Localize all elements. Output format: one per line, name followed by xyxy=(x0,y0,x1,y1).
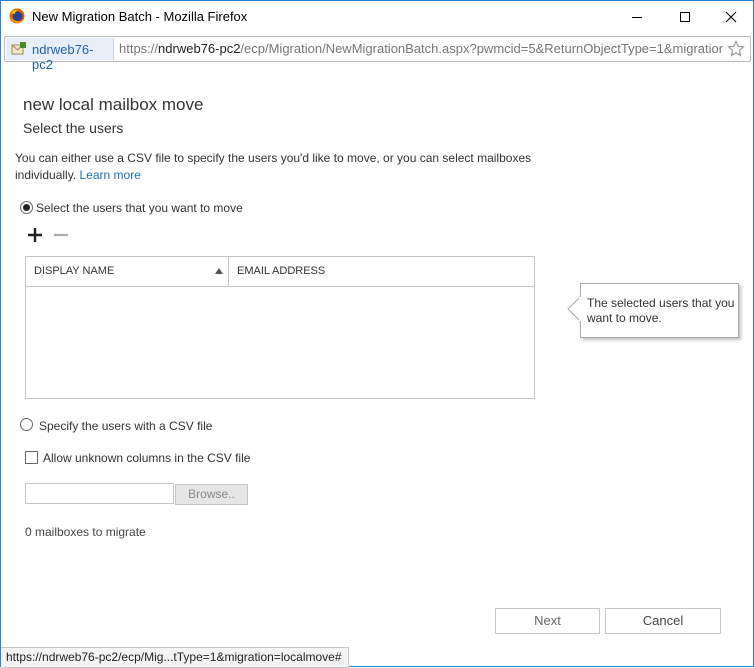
address-bar[interactable]: ndrweb76-pc2 https://ndrweb76-pc2/ecp/Mi… xyxy=(4,36,751,72)
site-identity-icon xyxy=(11,42,26,55)
maximize-button[interactable] xyxy=(662,1,708,32)
allow-unknown-columns-label: Allow unknown columns in the CSV file xyxy=(43,451,251,465)
url-path: /ecp/Migration/NewMigrationBatch.aspx?pw… xyxy=(240,41,723,56)
grid-body[interactable] xyxy=(26,287,534,398)
next-button[interactable]: Next xyxy=(495,608,600,634)
minimize-icon xyxy=(632,16,642,18)
url-prefix: https:// xyxy=(119,41,159,56)
help-callout: The selected users that you want to move… xyxy=(580,283,739,338)
sort-ascending-icon xyxy=(215,268,223,274)
firefox-icon xyxy=(9,8,25,24)
page-title: new local mailbox move xyxy=(23,95,204,114)
browse-button[interactable]: Browse.. xyxy=(175,484,248,505)
learn-more-link[interactable]: Learn more xyxy=(80,168,141,182)
url-host: ndrweb76-pc2 xyxy=(158,41,241,56)
maximize-icon xyxy=(680,11,690,22)
minimize-button[interactable] xyxy=(614,1,660,32)
add-icon[interactable] xyxy=(27,227,43,243)
select-users-label: Select the users that you want to move xyxy=(36,201,243,215)
bookmark-star-icon[interactable] xyxy=(727,40,745,58)
status-bar: https://ndrweb76-pc2/ecp/Mig...tType=1&m… xyxy=(1,647,349,668)
title-bar: New Migration Batch - Mozilla Firefox xyxy=(1,1,753,33)
close-icon xyxy=(725,11,737,22)
cancel-button[interactable]: Cancel xyxy=(605,608,721,634)
grid-header: DISPLAY NAME EMAIL ADDRESS xyxy=(26,257,534,287)
callout-pointer-join xyxy=(579,297,583,321)
column-display-name[interactable]: DISPLAY NAME xyxy=(26,257,229,286)
site-name: ndrweb76-pc2 xyxy=(32,42,94,72)
column-email-address[interactable]: EMAIL ADDRESS xyxy=(237,265,325,277)
csv-file-path-input[interactable] xyxy=(25,483,174,504)
site-identity-button[interactable]: ndrweb76-pc2 xyxy=(6,38,114,72)
callout-text: The selected users that you want to move… xyxy=(587,296,735,325)
allow-unknown-columns-checkbox[interactable] xyxy=(25,451,38,464)
remove-icon[interactable] xyxy=(53,227,69,243)
page-subtitle: Select the users xyxy=(23,120,124,136)
url-text[interactable]: https://ndrweb76-pc2/ecp/Migration/NewMi… xyxy=(119,41,723,56)
mailbox-count: 0 mailboxes to migrate xyxy=(25,525,146,539)
browser-window: New Migration Batch - Mozilla Firefox nd… xyxy=(0,0,754,668)
close-button[interactable] xyxy=(708,1,754,32)
csv-file-radio[interactable] xyxy=(20,418,33,431)
column-display-name-label: DISPLAY NAME xyxy=(34,265,115,277)
select-users-radio[interactable] xyxy=(20,201,33,214)
csv-file-label: Specify the users with a CSV file xyxy=(39,419,213,433)
page-description: You can either use a CSV file to specify… xyxy=(15,150,535,184)
window-title: New Migration Batch - Mozilla Firefox xyxy=(32,9,248,24)
users-grid: DISPLAY NAME EMAIL ADDRESS xyxy=(25,256,535,399)
